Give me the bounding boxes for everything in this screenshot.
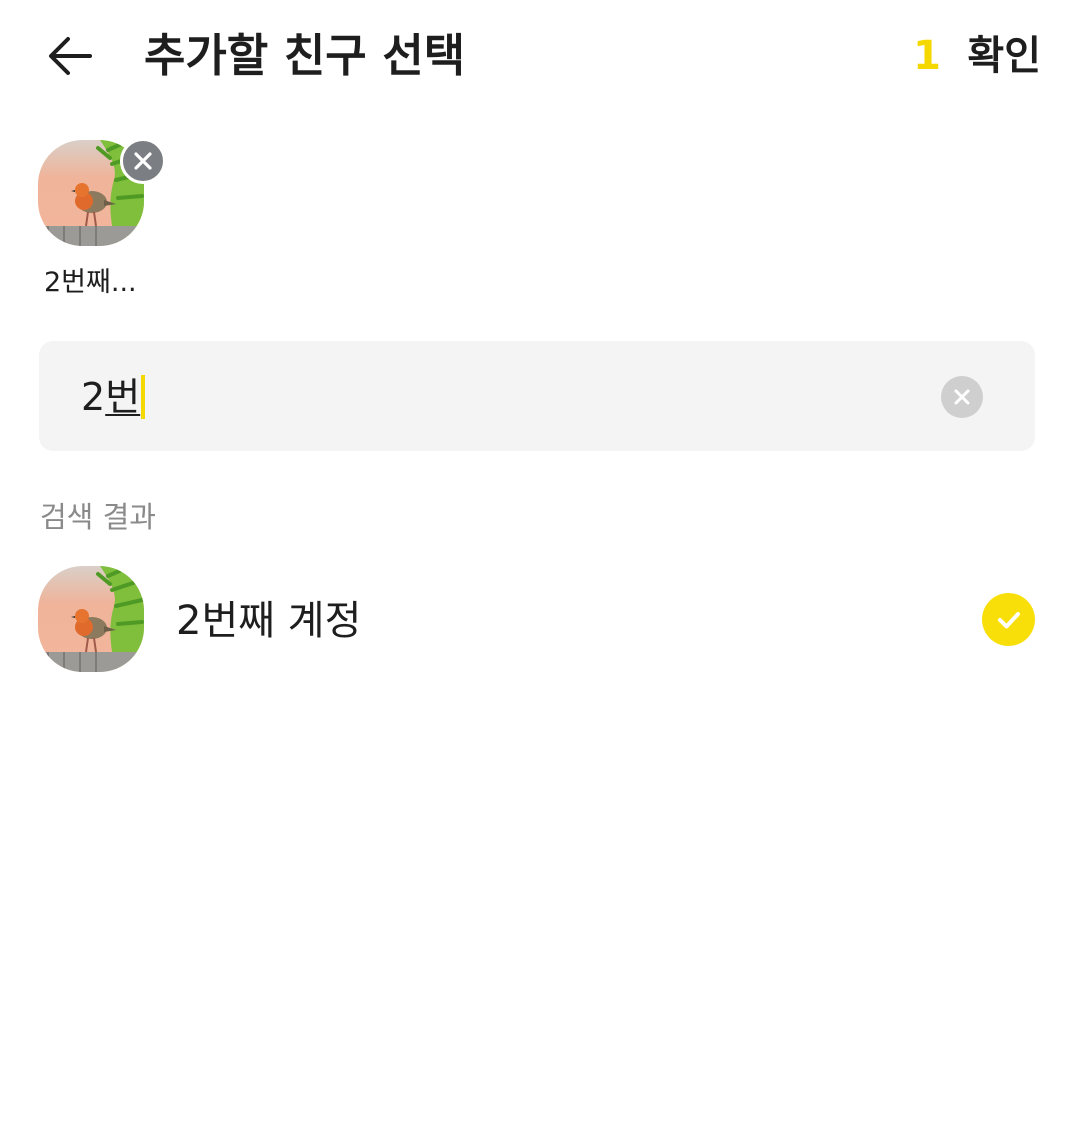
search-composing-text: 번 xyxy=(105,375,141,419)
selected-count: 1 xyxy=(913,33,941,79)
back-button[interactable] xyxy=(40,28,100,84)
search-input[interactable]: 2번 xyxy=(39,341,1035,451)
header: 추가할 친구 선택 1 확인 xyxy=(0,0,1077,112)
friend-name: 2번째 계정 xyxy=(176,598,362,644)
clear-circle-icon xyxy=(954,389,970,405)
check-circle-icon xyxy=(997,611,1020,628)
list-item[interactable]: 2번째 계정 xyxy=(0,560,1077,680)
search-value[interactable]: 2번 xyxy=(81,371,146,423)
bird-photo xyxy=(38,566,144,672)
confirm-button[interactable]: 확인 xyxy=(967,24,1041,88)
page-title: 추가할 친구 선택 xyxy=(144,29,466,82)
text-caret xyxy=(141,375,146,419)
close-icon xyxy=(134,152,152,170)
search-results-label: 검색 결과 xyxy=(40,500,156,534)
selected-friend-name: 2번째... xyxy=(44,267,137,298)
avatar xyxy=(38,566,144,672)
selected-friend-chip: 2번째... xyxy=(38,138,168,298)
arrow-left-icon xyxy=(49,37,92,75)
search-committed-text: 2 xyxy=(81,375,106,419)
selection-checkbox[interactable] xyxy=(982,593,1035,646)
remove-friend-button[interactable] xyxy=(120,138,166,184)
clear-search-button[interactable] xyxy=(941,376,983,418)
